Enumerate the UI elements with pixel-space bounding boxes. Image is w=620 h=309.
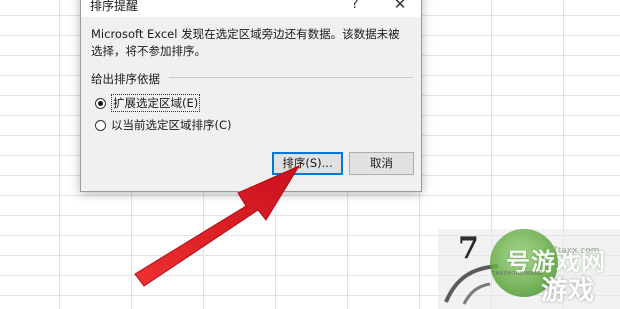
watermark-logo: 7 — [458, 231, 479, 266]
sort-button[interactable]: 排序(S)... — [272, 152, 343, 175]
sort-warning-dialog: 排序提醒 ? ✕ Microsoft Excel 发现在选定区域旁边还有数据。该… — [80, 0, 422, 192]
option-expand-selection-label: 扩展选定区域(E) — [111, 94, 201, 112]
cancel-button[interactable]: 取消 — [349, 152, 414, 175]
sort-basis-group-label: 给出排序依据 — [91, 72, 160, 86]
watermark-url: 7taxx.com — [552, 246, 600, 256]
option-expand-selection[interactable]: 扩展选定区域(E) — [95, 94, 201, 112]
option-current-selection[interactable]: 以当前选定区域排序(C) — [95, 117, 232, 133]
dialog-titlebar: 排序提醒 ? ✕ — [81, 0, 421, 17]
dialog-title: 排序提醒 — [90, 0, 139, 13]
watermark-subtext: 7HAOYOUXIWANG — [492, 271, 544, 277]
option-current-selection-label: 以当前选定区域排序(C) — [111, 118, 232, 132]
watermark-text-bottom: 游戏 — [541, 276, 596, 306]
dialog-message: Microsoft Excel 发现在选定区域旁边还有数据。该数据未被选择，将不… — [91, 27, 400, 58]
radio-current-selection[interactable] — [95, 119, 106, 131]
group-divider — [169, 77, 413, 78]
close-icon[interactable]: ✕ — [385, 0, 415, 14]
help-icon[interactable]: ? — [345, 0, 365, 14]
radio-expand-selection[interactable] — [95, 97, 106, 109]
